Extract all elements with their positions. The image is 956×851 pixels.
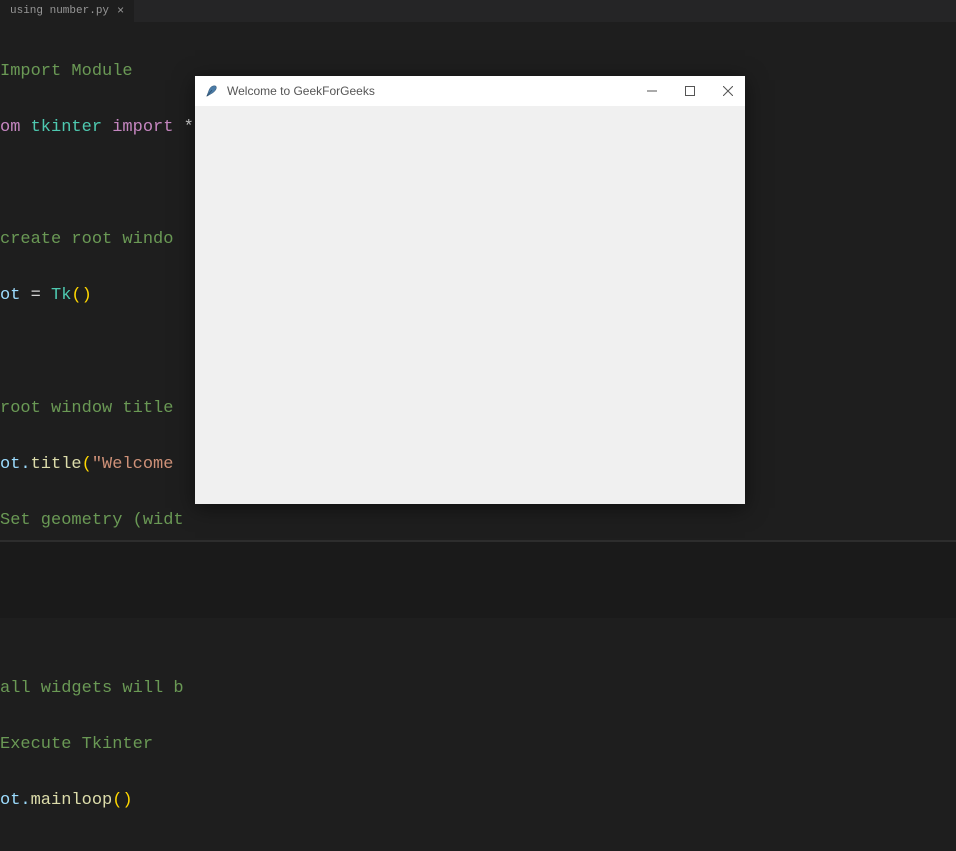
- code-paren: (): [71, 286, 91, 305]
- code-paren: (: [82, 455, 92, 474]
- tab-filename: using number.py: [10, 5, 109, 17]
- code-comment: Set geometry (widt: [0, 511, 184, 530]
- maximize-button[interactable]: [683, 84, 697, 98]
- code-string: "Welcome: [92, 455, 184, 474]
- editor-tab-bar: using number.py ×: [0, 0, 956, 22]
- code-keyword: import: [112, 118, 173, 137]
- code-var: ot: [0, 286, 20, 305]
- titlebar-left: Welcome to GeekForGeeks: [205, 84, 375, 98]
- code-comment: Import Module: [0, 62, 133, 81]
- code-keyword: om: [0, 118, 20, 137]
- window-controls: [645, 84, 735, 98]
- editor-tab[interactable]: using number.py ×: [0, 0, 135, 22]
- code-var: ot.: [0, 791, 31, 810]
- code-comment: Execute Tkinter: [0, 735, 153, 754]
- minimize-button[interactable]: [645, 84, 659, 98]
- code-method: mainloop: [31, 791, 113, 810]
- code-star: *: [184, 118, 194, 137]
- code-class: Tk: [51, 286, 71, 305]
- code-comment: root window title: [0, 399, 173, 418]
- code-equals: =: [20, 286, 51, 305]
- code-module: tkinter: [31, 118, 102, 137]
- tkinter-window[interactable]: Welcome to GeekForGeeks: [195, 76, 745, 504]
- bottom-panel: [0, 540, 956, 618]
- window-titlebar[interactable]: Welcome to GeekForGeeks: [195, 76, 745, 106]
- close-button[interactable]: [721, 84, 735, 98]
- code-method: title: [31, 455, 82, 474]
- window-body: [195, 106, 745, 504]
- code-var: ot.: [0, 455, 31, 474]
- close-icon[interactable]: ×: [117, 4, 124, 18]
- feather-icon: [205, 84, 219, 98]
- code-comment: create root windo: [0, 230, 173, 249]
- window-title: Welcome to GeekForGeeks: [227, 84, 375, 98]
- code-comment: all widgets will b: [0, 679, 184, 698]
- code-paren: (): [112, 791, 132, 810]
